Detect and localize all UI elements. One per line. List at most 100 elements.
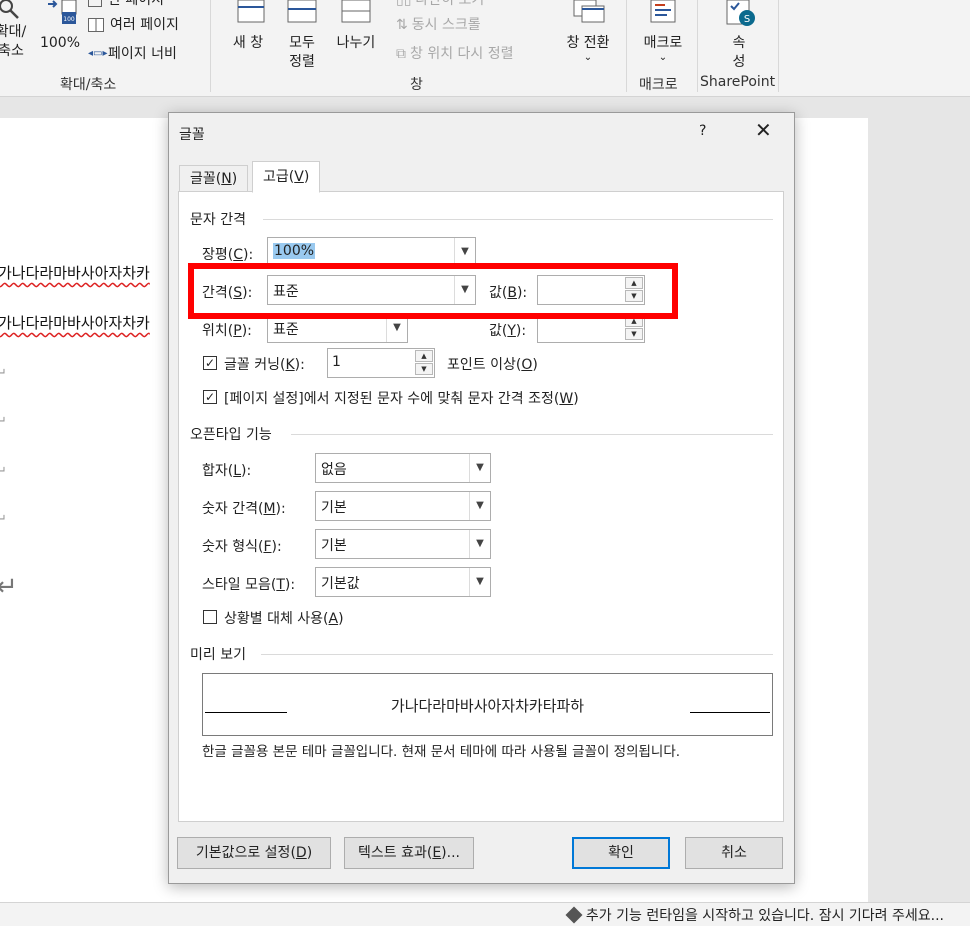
- group-label-sharepoint: SharePoint: [700, 74, 776, 90]
- new-window-label: 새 창: [232, 35, 264, 51]
- position-value: 표준: [273, 322, 299, 338]
- one-page-button[interactable]: 한 페이지: [88, 0, 164, 9]
- ligatures-value: 없음: [321, 462, 347, 478]
- tab-font[interactable]: 글꼴(N): [179, 165, 249, 192]
- snap-to-grid-checkbox[interactable]: ✓: [203, 390, 217, 404]
- arrange-all-icon: [287, 0, 317, 23]
- arrange-all-button[interactable]: 모두 정렬: [280, 0, 324, 72]
- multiple-pages-button[interactable]: 여러 페이지: [88, 14, 179, 34]
- split-label: 나누기: [336, 35, 376, 51]
- new-window-button[interactable]: 새 창: [226, 0, 270, 53]
- multiple-pages-label: 여러 페이지: [110, 17, 179, 33]
- status-text: 추가 기능 런타임을 시작하고 있습니다. 잠시 기다려 주세요...: [585, 908, 944, 924]
- macros-button[interactable]: 매크로 ⌄: [636, 0, 690, 63]
- sync-scroll-label: 동시 스크롤: [411, 17, 481, 33]
- add-in-icon: [565, 906, 583, 924]
- switch-windows-label: 창 전환: [566, 35, 610, 51]
- kerning-suffix-label: 포인트 이상(O): [447, 357, 538, 373]
- group-label-window: 창: [410, 77, 423, 93]
- number-spacing-value: 기본: [321, 500, 347, 516]
- annotation-highlight-box: [188, 263, 678, 319]
- document-text-line[interactable]: 가나다라마바사아자차카: [0, 262, 150, 283]
- new-window-icon: [237, 0, 265, 23]
- svg-text:S: S: [744, 14, 750, 25]
- ribbon-separator: [210, 0, 211, 92]
- contextual-alternates-checkbox[interactable]: [203, 610, 217, 624]
- dialog-title: 글꼴: [179, 127, 205, 143]
- macros-label: 매크로: [643, 35, 683, 51]
- text-effects-button[interactable]: 텍스트 효과(E)...: [344, 837, 474, 869]
- chevron-down-icon[interactable]: ▼: [469, 568, 490, 596]
- stylistic-sets-combo[interactable]: 기본값 ▼: [315, 567, 491, 597]
- sync-scroll-button[interactable]: ⇅ 동시 스크롤: [396, 14, 481, 34]
- chevron-down-icon: ⌄: [658, 52, 668, 63]
- position-by-label: 값(Y):: [489, 323, 527, 339]
- switch-windows-icon: [573, 0, 605, 23]
- number-spacing-combo[interactable]: 기본 ▼: [315, 491, 491, 521]
- kerning-spinner[interactable]: 1 ▲ ▼: [327, 348, 435, 378]
- spin-down-icon[interactable]: ▼: [625, 328, 643, 340]
- ribbon-separator: [697, 0, 698, 92]
- ok-button[interactable]: 확인: [572, 837, 670, 869]
- paragraph-mark-icon: ↵: [0, 414, 7, 429]
- zoom-100-button[interactable]: 100 100%: [38, 0, 82, 53]
- zoom-100-icon: 100: [48, 0, 77, 24]
- ligatures-label: 합자(L):: [202, 463, 252, 479]
- close-icon[interactable]: ✕: [755, 119, 772, 141]
- chevron-down-icon[interactable]: ▼: [469, 530, 490, 558]
- scale-value: 100%: [273, 243, 316, 259]
- sharepoint-properties-icon: S: [726, 0, 755, 26]
- stylistic-sets-label: 스타일 모음(T):: [202, 577, 296, 593]
- scale-label: 장평(C):: [202, 247, 254, 263]
- reset-window-position-button[interactable]: ⧉ 창 위치 다시 정렬: [396, 43, 514, 63]
- spin-up-icon[interactable]: ▲: [415, 350, 433, 362]
- reset-window-label: 창 위치 다시 정렬: [410, 46, 514, 62]
- group-label-zoom: 확대/축소: [60, 77, 117, 93]
- switch-windows-button[interactable]: 창 전환 ⌄: [560, 0, 616, 63]
- snap-to-grid-label: [페이지 설정]에서 지정된 문자 수에 맞춰 문자 간격 조정(W): [224, 391, 579, 407]
- zoom-button[interactable]: 확대/축소: [0, 0, 28, 61]
- one-page-label: 한 페이지: [108, 0, 164, 8]
- side-by-side-button[interactable]: ▯▯ 나란히 보기: [396, 0, 484, 9]
- one-page-icon: [88, 0, 102, 7]
- chevron-down-icon: ⌄: [583, 52, 593, 63]
- kerning-value[interactable]: 1: [332, 354, 341, 370]
- ribbon: 확대/축소 100 100% 한 페이지 여러 페이지 ◂▭▸페이지 너비 확대…: [0, 0, 970, 97]
- help-icon[interactable]: ?: [699, 123, 706, 139]
- preview-sample-text: 가나다라마바사아자차카타파하: [390, 697, 585, 715]
- preview-note: 한글 글꼴용 본문 테마 글꼴입니다. 현재 문서 테마에 따라 사용될 글꼴이…: [202, 744, 681, 760]
- ribbon-separator: [778, 0, 779, 92]
- paragraph-mark-icon: ↵: [0, 512, 7, 527]
- chevron-down-icon[interactable]: ▼: [469, 454, 490, 482]
- kerning-checkbox[interactable]: ✓: [203, 356, 217, 370]
- page-width-label: 페이지 너비: [108, 46, 177, 62]
- section-title-character-spacing: 문자 간격: [190, 212, 246, 228]
- macro-icon: [650, 0, 676, 23]
- tab-advanced[interactable]: 고급(V): [252, 161, 321, 193]
- status-bar: 추가 기능 런타임을 시작하고 있습니다. 잠시 기다려 주세요...: [0, 902, 970, 926]
- split-button[interactable]: 나누기: [330, 0, 382, 53]
- position-label: 위치(P):: [202, 323, 252, 339]
- ribbon-separator: [626, 0, 627, 92]
- spin-down-icon[interactable]: ▼: [415, 363, 433, 375]
- ligatures-combo[interactable]: 없음 ▼: [315, 453, 491, 483]
- section-title-opentype: 오픈타입 기능: [190, 427, 272, 443]
- number-forms-value: 기본: [321, 538, 347, 554]
- arrange-all-label: 모두 정렬: [289, 35, 315, 70]
- set-as-default-button[interactable]: 기본값으로 설정(D): [177, 837, 331, 869]
- preview-box: 가나다라마바사아자차카타파하: [202, 673, 773, 736]
- reset-window-icon: ⧉: [396, 46, 406, 62]
- paragraph-mark-icon: ↵: [0, 572, 18, 602]
- properties-button[interactable]: S 속성: [716, 0, 762, 72]
- stylistic-sets-value: 기본값: [321, 576, 360, 592]
- status-message: 추가 기능 런타임을 시작하고 있습니다. 잠시 기다려 주세요...: [565, 905, 944, 925]
- chevron-down-icon[interactable]: ▼: [454, 238, 475, 266]
- number-forms-label: 숫자 형식(F):: [202, 539, 282, 555]
- chevron-down-icon[interactable]: ▼: [469, 492, 490, 520]
- cancel-button[interactable]: 취소: [685, 837, 783, 869]
- side-by-side-icon: ▯▯: [396, 0, 412, 8]
- page-width-button[interactable]: ◂▭▸페이지 너비: [88, 43, 177, 63]
- number-forms-combo[interactable]: 기본 ▼: [315, 529, 491, 559]
- document-text-line[interactable]: 가나다라마바사아자차카: [0, 312, 150, 333]
- section-title-preview: 미리 보기: [190, 647, 246, 663]
